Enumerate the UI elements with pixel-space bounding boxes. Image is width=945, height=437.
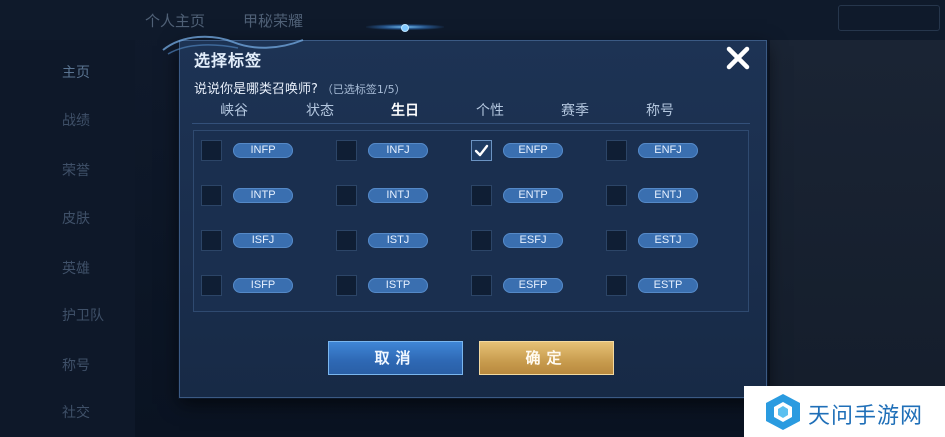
tag-label: ENFJ	[638, 143, 698, 158]
tag-checkbox[interactable]	[471, 275, 492, 296]
tag-checkbox[interactable]	[201, 230, 222, 251]
tag-option[interactable]: ISTJ	[336, 230, 466, 254]
tag-label: ISTP	[368, 278, 428, 293]
tag-checkbox[interactable]	[471, 230, 492, 251]
confirm-button[interactable]: 确定	[479, 341, 614, 375]
tag-checkbox[interactable]	[201, 140, 222, 161]
tab-underline	[192, 123, 750, 124]
tag-label: INFP	[233, 143, 293, 158]
question-label: 说说你是哪类召唤师?	[194, 82, 318, 97]
tag-option[interactable]: ISTP	[336, 275, 466, 299]
dialog-title: 选择标签	[194, 51, 263, 70]
background-tab-profile: 个人主页	[145, 12, 206, 30]
tag-checkbox[interactable]	[606, 275, 627, 296]
background-side-item: 英雄	[62, 261, 90, 277]
background-top-bar: 个人主页 甲秘荣耀	[0, 0, 945, 40]
tag-checkbox[interactable]	[201, 275, 222, 296]
tag-option[interactable]: ISFP	[201, 275, 331, 299]
checkmark-icon	[474, 144, 489, 157]
watermark-text: 天问手游网	[808, 404, 924, 429]
tag-option[interactable]: ESFP	[471, 275, 601, 299]
tag-label: ESTJ	[638, 233, 698, 248]
tag-label: INFJ	[368, 143, 428, 158]
tag-checkbox[interactable]	[336, 185, 357, 206]
tag-checkbox[interactable]	[606, 185, 627, 206]
background-side-item: 社交	[62, 405, 90, 421]
tag-option[interactable]: ENFP	[471, 140, 601, 164]
background-top-right-box	[838, 5, 940, 31]
tab-personality[interactable]: 个性	[476, 100, 504, 120]
tab-birthday[interactable]: 生日	[391, 100, 419, 120]
tag-option[interactable]: INTJ	[336, 185, 466, 209]
tag-option[interactable]: ENTP	[471, 185, 601, 209]
cancel-button[interactable]: 取消	[328, 341, 463, 375]
tag-checkbox[interactable]	[606, 230, 627, 251]
tag-checkbox[interactable]	[201, 185, 222, 206]
tag-label: ISFJ	[233, 233, 293, 248]
question-text: 说说你是哪类召唤师? （已选标签1/5）	[194, 78, 406, 97]
category-tabs: 峡谷 状态 生日 个性 赛季 称号	[192, 96, 750, 124]
watermark-logo-icon	[766, 394, 800, 430]
tag-option[interactable]: INFP	[201, 140, 331, 164]
background-right-panel	[770, 40, 945, 437]
tag-label: ISFP	[233, 278, 293, 293]
close-button[interactable]	[722, 42, 754, 74]
background-tab-honor: 甲秘荣耀	[243, 12, 304, 30]
background-sidebar: 主页 战绩 荣誉 皮肤 英雄 护卫队 称号 社交	[0, 40, 135, 437]
tag-option[interactable]: INTP	[201, 185, 331, 209]
tag-option[interactable]: ESTJ	[606, 230, 736, 254]
tag-label: ESFP	[503, 278, 563, 293]
tag-checkbox[interactable]	[336, 230, 357, 251]
background-side-item: 护卫队	[62, 308, 104, 324]
tab-canyon[interactable]: 峡谷	[220, 100, 248, 120]
tag-checkbox[interactable]	[471, 185, 492, 206]
active-tab-dot	[401, 24, 409, 32]
tag-checkbox[interactable]	[471, 140, 492, 161]
tag-option[interactable]: ISFJ	[201, 230, 331, 254]
close-icon	[726, 46, 750, 70]
tag-label: ENFP	[503, 143, 563, 158]
tag-label: ESTP	[638, 278, 698, 293]
tag-label: ISTJ	[368, 233, 428, 248]
watermark: 天问手游网	[744, 386, 945, 437]
tag-option[interactable]: ESFJ	[471, 230, 601, 254]
background-side-item: 称号	[62, 358, 90, 374]
tab-title[interactable]: 称号	[646, 100, 674, 120]
background-side-item: 主页	[62, 65, 90, 81]
tag-option[interactable]: ESTP	[606, 275, 736, 299]
tab-status[interactable]: 状态	[306, 100, 334, 120]
tag-checkbox[interactable]	[606, 140, 627, 161]
tag-label: INTJ	[368, 188, 428, 203]
selected-count: （已选标签1/5）	[321, 83, 406, 96]
tag-label: ESFJ	[503, 233, 563, 248]
tag-option[interactable]: INFJ	[336, 140, 466, 164]
tag-label: ENTP	[503, 188, 563, 203]
tag-option[interactable]: ENFJ	[606, 140, 736, 164]
tag-label: ENTJ	[638, 188, 698, 203]
tag-option[interactable]: ENTJ	[606, 185, 736, 209]
tag-checkbox[interactable]	[336, 140, 357, 161]
tab-season[interactable]: 赛季	[561, 100, 589, 120]
background-side-item: 皮肤	[62, 211, 90, 227]
tag-checkbox[interactable]	[336, 275, 357, 296]
background-side-item: 战绩	[62, 113, 90, 129]
background-side-item: 荣誉	[62, 163, 90, 179]
tag-label: INTP	[233, 188, 293, 203]
